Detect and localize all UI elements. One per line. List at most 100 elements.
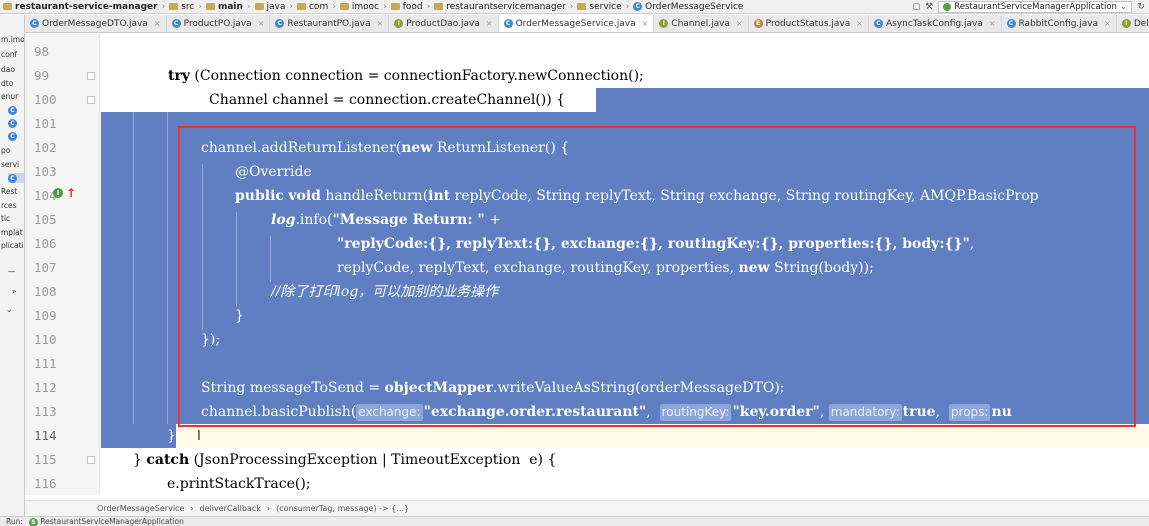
tab-productdao[interactable]: I ProductDao.java ×: [389, 15, 499, 32]
implement-marker-icon[interactable]: I: [53, 188, 63, 198]
tab-delivercallback[interactable]: IDeliverCallback.java×: [1117, 15, 1149, 32]
override-arrow-icon[interactable]: ↑: [66, 186, 76, 200]
tree-item[interactable]: C: [8, 118, 17, 128]
indent-guide: [167, 112, 168, 424]
text-cursor-icon: I: [197, 429, 201, 444]
tab-productpo[interactable]: C ProductPO.java ×: [167, 15, 271, 32]
code-editor[interactable]: try (Connection connection = connectionF…: [101, 34, 1149, 495]
breadcrumb-item[interactable]: OrderMessageService: [97, 504, 184, 513]
folder-icon: [296, 3, 306, 10]
close-icon[interactable]: ×: [1104, 19, 1111, 28]
line-number: 99: [34, 68, 50, 83]
tree-item-selected[interactable]: C: [8, 173, 24, 183]
crumb-java[interactable]: java: [252, 2, 289, 12]
chevron-right-icon: ›: [266, 504, 271, 513]
code-line: } catch (JsonProcessingException | Timeo…: [133, 452, 557, 468]
highlight-annotation-box: [178, 126, 1136, 427]
crumb-food[interactable]: food: [388, 2, 426, 12]
tree-item[interactable]: dao: [1, 65, 15, 74]
crumb-project[interactable]: restaurant-service-manager: [0, 2, 161, 12]
enum-icon: E: [753, 19, 763, 28]
class-icon: C: [8, 119, 17, 128]
folder-icon: [339, 3, 349, 10]
code-line: }: [167, 428, 176, 444]
editor-breadcrumb: OrderMessageService › deliverCallback › …: [25, 500, 1149, 516]
spring-icon: [943, 3, 952, 11]
tree-item[interactable]: dto: [1, 79, 13, 88]
close-icon[interactable]: ×: [486, 19, 493, 28]
tree-item[interactable]: rces: [1, 201, 17, 210]
crumb-main[interactable]: main: [203, 2, 246, 12]
line-number: 100: [34, 92, 57, 107]
tab-asynctaskconfig[interactable]: C AsyncTaskConfig.java ×: [869, 15, 1002, 32]
line-number: 115: [34, 452, 57, 467]
line-number: 112: [34, 380, 57, 395]
interface-icon: I: [1121, 19, 1131, 28]
class-icon: C: [8, 132, 17, 141]
breadcrumb-item[interactable]: deliverCallback: [200, 504, 261, 513]
close-icon[interactable]: ×: [736, 19, 743, 28]
crumb-src[interactable]: src: [166, 2, 197, 12]
close-icon[interactable]: ×: [642, 19, 649, 28]
minimize-icon[interactable]: —: [8, 267, 16, 276]
window-icon[interactable]: ◻: [913, 2, 920, 12]
folder-icon: [390, 3, 400, 10]
tree-item[interactable]: plicati: [1, 241, 24, 250]
tab-restaurantpo[interactable]: C RestaurantPO.java ×: [270, 15, 390, 32]
class-icon: C: [873, 19, 883, 28]
line-number: 103: [34, 164, 57, 179]
fold-marker-icon[interactable]: [87, 456, 95, 464]
class-icon: C: [30, 19, 39, 28]
close-icon[interactable]: ×: [856, 19, 863, 28]
tree-item[interactable]: enur: [1, 92, 18, 101]
close-icon[interactable]: ×: [989, 19, 996, 28]
tree-item[interactable]: po: [1, 146, 10, 155]
indent-guide: [133, 112, 134, 424]
breadcrumb-item[interactable]: (consumerTag, message) -> {...}: [276, 504, 409, 513]
line-number: 109: [34, 308, 57, 323]
folder-icon: [3, 3, 12, 10]
text-selection: [596, 88, 1149, 112]
refresh-icon[interactable]: ↻: [1137, 2, 1145, 12]
close-icon[interactable]: ×: [154, 19, 161, 28]
tree-item[interactable]: m.imo: [1, 35, 24, 44]
run-configuration-select[interactable]: RestaurantServiceManagerApplication ⌄: [938, 1, 1133, 13]
fold-marker-icon[interactable]: [87, 96, 95, 104]
run-tab[interactable]: S RestaurantServiceManagerApplication: [28, 517, 184, 526]
class-icon: C: [1006, 19, 1016, 28]
crumb-restaurantservicemanager[interactable]: restaurantservicemanager: [431, 2, 569, 12]
close-icon[interactable]: ×: [258, 19, 265, 28]
crumb-file[interactable]: C OrderMessageService: [630, 2, 746, 12]
tree-item[interactable]: C: [8, 131, 17, 141]
folder-icon: [434, 3, 444, 10]
tab-productstatus[interactable]: E ProductStatus.java ×: [749, 15, 869, 32]
hammer-icon[interactable]: ⚒: [925, 2, 933, 12]
tree-item[interactable]: conf: [1, 50, 17, 59]
tree-item[interactable]: servi: [1, 160, 19, 169]
class-icon: C: [275, 19, 285, 28]
class-icon: C: [8, 106, 17, 115]
tree-item[interactable]: tic: [1, 214, 10, 223]
close-icon[interactable]: ×: [376, 19, 383, 28]
folder-icon: [205, 3, 215, 10]
line-number: 101: [34, 116, 57, 131]
current-line-highlight: [176, 424, 1149, 448]
tree-item[interactable]: mplat: [1, 228, 23, 237]
chevron-down-icon[interactable]: ⌄: [6, 305, 12, 314]
navigation-bar: restaurant-service-manager › src › main …: [0, 0, 1149, 14]
crumb-imooc[interactable]: imooc: [337, 2, 382, 12]
tree-item[interactable]: C: [8, 105, 17, 115]
expand-icon[interactable]: »: [12, 287, 17, 296]
fold-marker-icon[interactable]: [87, 72, 95, 80]
tab-rabbitconfig[interactable]: C RabbitConfig.java ×: [1002, 15, 1117, 32]
tab-ordermessageservice[interactable]: C OrderMessageService.java ×: [498, 15, 655, 32]
crumb-service[interactable]: service: [574, 2, 624, 12]
line-number: 111: [34, 356, 57, 371]
tree-item[interactable]: Rest: [1, 187, 17, 196]
crumb-com[interactable]: com: [294, 2, 331, 12]
tab-channel[interactable]: I Channel.java ×: [654, 15, 749, 32]
class-icon: C: [171, 19, 181, 28]
folder-icon: [254, 3, 264, 10]
tab-ordermessagedto[interactable]: C OrderMessageDTO.java ×: [25, 15, 167, 32]
class-icon: C: [8, 174, 17, 183]
